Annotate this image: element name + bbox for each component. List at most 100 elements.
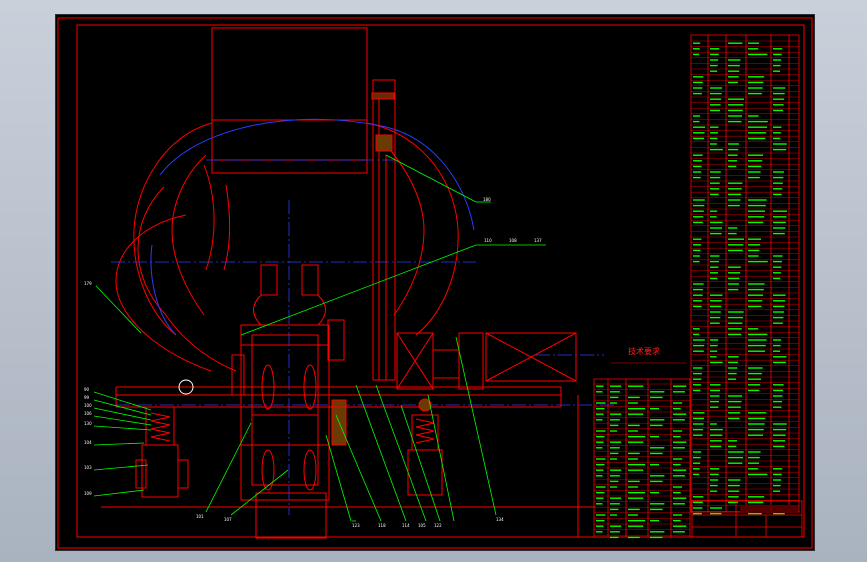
lower-table-cell-text <box>673 519 681 522</box>
callout-105: 105 <box>418 523 426 528</box>
parts-table-cell-text <box>710 490 718 492</box>
parts-table-cell-text <box>773 232 785 235</box>
parts-table-cell-text <box>693 160 703 162</box>
lower-table-cell-text <box>610 486 617 488</box>
parts-table-cell-text <box>773 428 787 431</box>
parts-table-cell-text <box>728 199 741 201</box>
parts-table-cell-text <box>728 456 744 459</box>
parts-table-cell-text <box>710 300 722 302</box>
parts-table-cell-text <box>693 176 701 179</box>
lower-table-cell-text <box>673 514 683 516</box>
lower-table-cell-text <box>628 407 646 410</box>
cad-drawing: 180 110 108 137 179 90 99 100 106 130 10… <box>57 17 813 549</box>
parts-table-cell-text <box>728 283 739 285</box>
parts-table-cell-text <box>693 412 705 414</box>
parts-table-cell-text <box>773 300 786 302</box>
lower-table-cell-text <box>673 407 681 410</box>
parts-table-cell-text <box>773 322 783 324</box>
parts-table-cell-text <box>710 109 721 112</box>
lower-table-cell-text <box>610 497 622 499</box>
parts-table-cell-text <box>748 434 763 436</box>
parts-table-cell-text <box>710 210 718 212</box>
lower-table-cell-text <box>628 430 638 432</box>
parts-table-cell-text <box>693 48 700 50</box>
lower-table-cell-text <box>673 469 687 471</box>
parts-table-cell-text <box>748 221 764 224</box>
parts-table-cell-text <box>748 204 766 207</box>
parts-table-cell-text <box>748 53 768 56</box>
callout-118: 118 <box>378 523 386 528</box>
parts-table-cell-text <box>773 434 786 436</box>
center-lines <box>111 159 616 515</box>
parts-table-cell-text <box>748 344 766 347</box>
callout-101: 101 <box>196 514 204 519</box>
parts-table-cell-text <box>710 255 720 257</box>
parts-table-cell-text <box>728 361 738 364</box>
tech-requirements-title: 技术要求 <box>628 346 660 356</box>
parts-table-cell-text <box>710 423 717 425</box>
lower-table-cell-text <box>610 424 619 427</box>
parts-table-cell-text <box>693 238 702 240</box>
lower-table-cell-text <box>650 447 665 449</box>
parts-table-cell-text <box>773 440 786 442</box>
parts-table-cell-text <box>710 182 720 184</box>
lower-table-cell-text <box>596 503 603 505</box>
lower-table-cell-text <box>610 447 620 449</box>
parts-table-cell-text <box>693 216 704 218</box>
parts-table-cell-text <box>693 137 705 140</box>
parts-table-cell-text <box>710 221 723 224</box>
parts-table-cell-text <box>748 372 762 375</box>
parts-table-cell-text <box>710 294 723 296</box>
parts-table-cell-text <box>748 288 764 291</box>
lower-table-cell-text <box>596 447 603 449</box>
parts-table-cell-text <box>693 42 701 44</box>
parts-table-cell-text <box>773 193 782 196</box>
lower-table-cell-text <box>673 447 685 449</box>
lower-table-cell-text <box>610 475 620 477</box>
lower-table-cell-text <box>650 475 665 477</box>
parts-table-cell-text <box>710 92 722 95</box>
parts-table-cell-text <box>748 216 765 218</box>
parts-table-cell-text <box>748 260 768 263</box>
parts-table-cell-text <box>728 333 742 336</box>
parts-table-cell-text <box>693 305 702 308</box>
parts-table-cell-text <box>748 367 763 369</box>
parts-table-cell-text <box>728 417 740 420</box>
lower-table-cell-text <box>628 514 638 516</box>
parts-table-cell-text <box>748 456 760 459</box>
parts-table-cell-text <box>773 227 786 229</box>
parts-table-cell-text <box>693 300 703 302</box>
parts-table-cell-text <box>728 400 742 403</box>
parts-table-cell-text <box>710 266 719 268</box>
parts-table-cell-text <box>728 322 743 324</box>
lower-table-cell-text <box>673 497 687 499</box>
parts-table-cell-text <box>773 64 781 67</box>
parts-table-cell-text <box>710 48 720 50</box>
lower-table-cell-text <box>610 419 620 421</box>
lower-table-cell-text <box>610 396 619 399</box>
lower-table-cell-text <box>650 531 665 533</box>
parts-table-cell-text <box>710 98 722 100</box>
parts-table-cell-text <box>773 305 785 308</box>
lower-table-cell-text <box>596 491 605 494</box>
parts-table-cell-text <box>748 473 768 476</box>
parts-table-cell-text <box>773 176 784 179</box>
parts-table-cell-text <box>748 417 766 420</box>
parts-table-cell-text <box>728 277 740 280</box>
parts-table-cell-text <box>710 216 717 218</box>
parts-table-cell-text <box>773 400 782 403</box>
parts-table-cell-text <box>728 479 741 481</box>
parts-table-cell-text <box>773 70 780 72</box>
cad-viewport[interactable]: 180 110 108 137 179 90 99 100 106 130 10… <box>55 14 815 551</box>
lower-table-cell-text <box>628 458 638 460</box>
parts-table-cell-text <box>748 199 767 201</box>
parts-table-cell-text <box>693 512 702 515</box>
parts-table-cell-text <box>710 468 720 470</box>
parts-table-cell-text <box>693 210 704 212</box>
parts-table-cell-text <box>710 344 718 347</box>
parts-table-cell-text <box>693 132 705 134</box>
lower-table-cell-text <box>596 497 604 499</box>
parts-table-cell-text <box>710 137 718 140</box>
callout-99: 99 <box>84 395 90 400</box>
parts-table-cell-text <box>693 372 702 375</box>
